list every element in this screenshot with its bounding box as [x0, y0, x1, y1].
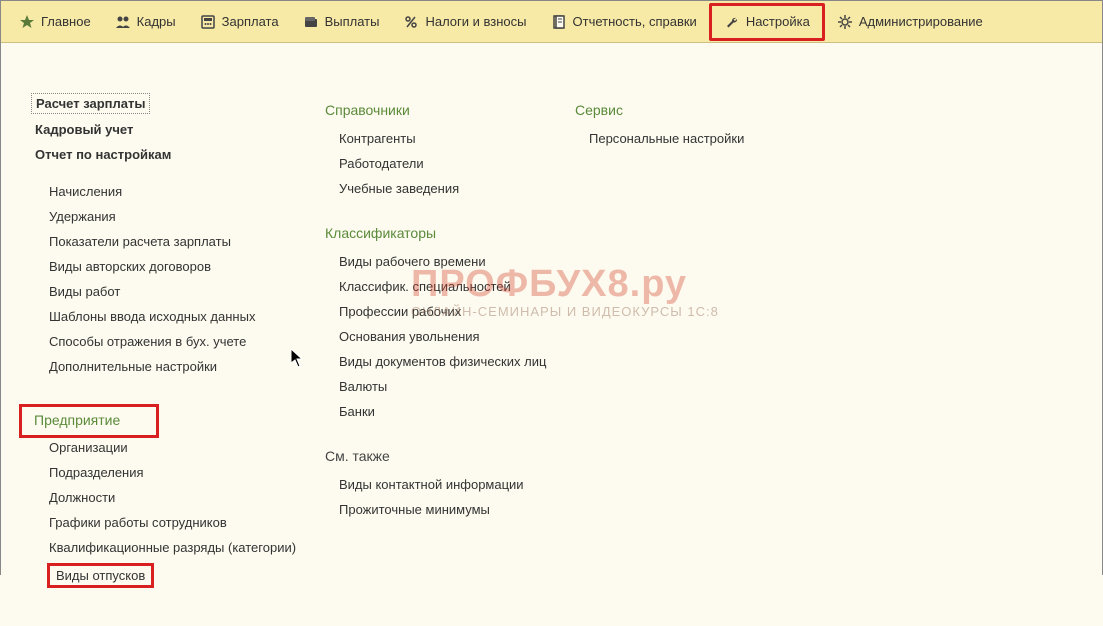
toolbar-label: Зарплата [222, 14, 279, 29]
list-item[interactable]: Шаблоны ввода исходных данных [47, 307, 321, 326]
list-item[interactable]: Должности [47, 488, 321, 507]
toolbar-settings[interactable]: Настройка [709, 3, 825, 41]
column-3: Сервис Персональные настройки [571, 93, 851, 606]
top-links: Расчет зарплаты Кадровый учет Отчет по н… [31, 93, 321, 164]
gear-icon [837, 14, 853, 30]
list-item[interactable]: Виды авторских договоров [47, 257, 321, 276]
list-item[interactable]: Контрагенты [337, 129, 571, 148]
toolbar-label: Администрирование [859, 14, 983, 29]
toolbar-hr[interactable]: Кадры [103, 1, 188, 42]
list-item[interactable]: Работодатели [337, 154, 571, 173]
toolbar-label: Кадры [137, 14, 176, 29]
toolbar-salary[interactable]: Зарплата [188, 1, 291, 42]
list-item[interactable]: Виды документов физических лиц [337, 352, 571, 371]
list-item[interactable]: Начисления [47, 182, 321, 201]
column-2: Справочники Контрагенты Работодатели Уче… [321, 93, 571, 606]
calc-icon [200, 14, 216, 30]
section-directories[interactable]: Справочники [321, 99, 571, 121]
link-salary-calc[interactable]: Расчет зарплаты [31, 93, 150, 114]
list-item[interactable]: Виды рабочего времени [337, 252, 571, 271]
list-item[interactable]: Банки [337, 402, 571, 421]
link-hr-accounting[interactable]: Кадровый учет [31, 120, 321, 139]
enterprise-section-highlight: Предприятие [19, 404, 159, 438]
list-item[interactable]: Удержания [47, 207, 321, 226]
misc-links: Начисления Удержания Показатели расчета … [31, 182, 321, 376]
section-enterprise[interactable]: Предприятие [30, 409, 156, 431]
list-item[interactable]: Показатели расчета зарплаты [47, 232, 321, 251]
link-settings-report[interactable]: Отчет по настройкам [31, 145, 321, 164]
toolbar-reports[interactable]: Отчетность, справки [539, 1, 709, 42]
toolbar-payments[interactable]: Выплаты [291, 1, 392, 42]
directories-links: Контрагенты Работодатели Учебные заведен… [321, 129, 571, 198]
list-item[interactable]: Графики работы сотрудников [47, 513, 321, 532]
service-links: Персональные настройки [571, 129, 851, 148]
column-1: Расчет зарплаты Кадровый учет Отчет по н… [31, 93, 321, 606]
list-item[interactable]: Виды контактной информации [337, 475, 571, 494]
people-icon [115, 14, 131, 30]
toolbar-main[interactable]: Главное [7, 1, 103, 42]
list-item[interactable]: Прожиточные минимумы [337, 500, 571, 519]
toolbar-label: Настройка [746, 14, 810, 29]
list-item[interactable]: Основания увольнения [337, 327, 571, 346]
list-item[interactable]: Учебные заведения [337, 179, 571, 198]
toolbar-taxes[interactable]: Налоги и взносы [391, 1, 538, 42]
toolbar-label: Главное [41, 14, 91, 29]
toolbar-label: Отчетность, справки [573, 14, 697, 29]
main-toolbar: Главное Кадры Зарплата Выплаты Налоги и … [1, 1, 1102, 43]
list-item[interactable]: Профессии рабочих [337, 302, 571, 321]
toolbar-label: Налоги и взносы [425, 14, 526, 29]
toolbar-label: Выплаты [325, 14, 380, 29]
list-item[interactable]: Дополнительные настройки [47, 357, 321, 376]
see-also-links: Виды контактной информации Прожиточные м… [321, 475, 571, 519]
section-see-also: См. также [321, 445, 571, 467]
list-item[interactable]: Классифик. специальностей [337, 277, 571, 296]
enterprise-links: Организации Подразделения Должности Граф… [31, 438, 321, 588]
list-item[interactable]: Валюты [337, 377, 571, 396]
wallet-icon [303, 14, 319, 30]
classifiers-links: Виды рабочего времени Классифик. специал… [321, 252, 571, 421]
star-icon [19, 14, 35, 30]
list-item[interactable]: Организации [47, 438, 321, 457]
doc-icon [551, 14, 567, 30]
toolbar-admin[interactable]: Администрирование [825, 1, 995, 42]
list-item[interactable]: Квалификационные разряды (категории) [47, 538, 321, 557]
section-classifiers[interactable]: Классификаторы [321, 222, 571, 244]
list-item[interactable]: Виды работ [47, 282, 321, 301]
list-item[interactable]: Подразделения [47, 463, 321, 482]
wrench-icon [724, 14, 740, 30]
percent-icon [403, 14, 419, 30]
list-item[interactable]: Персональные настройки [587, 129, 851, 148]
section-service[interactable]: Сервис [571, 99, 851, 121]
content-area: Расчет зарплаты Кадровый учет Отчет по н… [1, 43, 1102, 626]
list-item[interactable]: Способы отражения в бух. учете [47, 332, 321, 351]
link-vacation-types[interactable]: Виды отпусков [47, 563, 154, 588]
